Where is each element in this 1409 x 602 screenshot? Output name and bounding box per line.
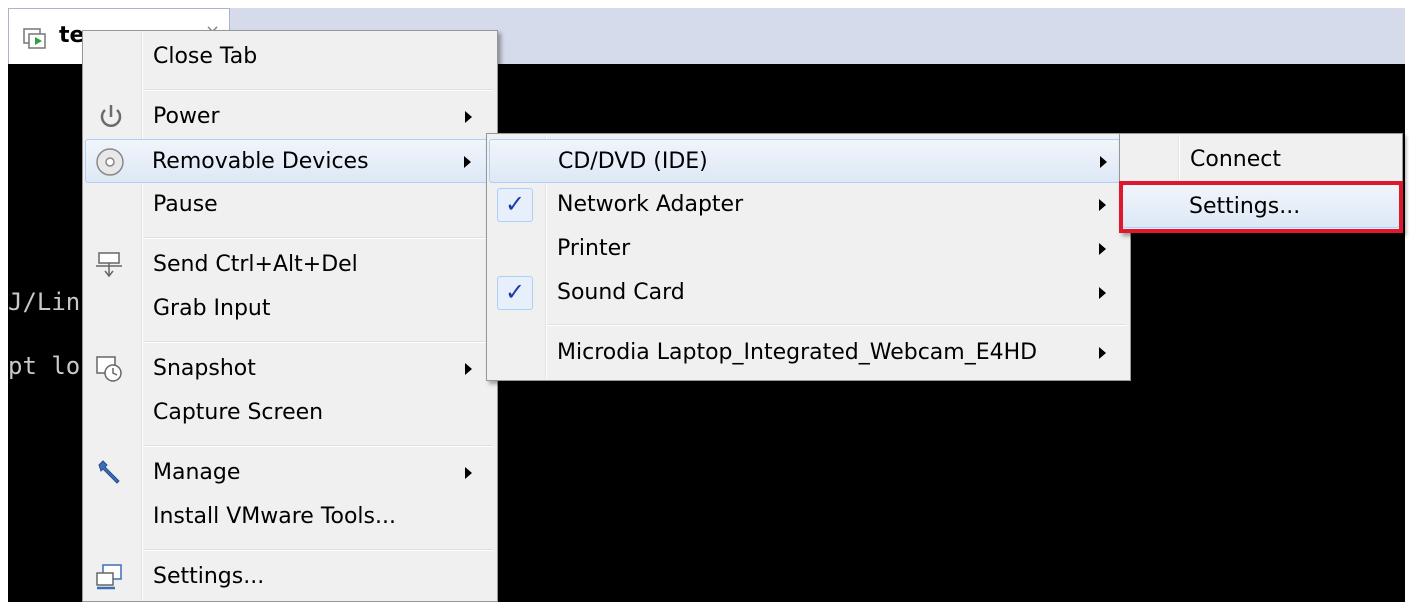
wrench-icon [93, 457, 125, 489]
menu-item-label: Grab Input [153, 296, 271, 321]
menu-item-label: Install VMware Tools... [153, 504, 396, 529]
settings-icon [93, 561, 125, 593]
menu-item-label: Settings... [153, 564, 265, 589]
checkmark-icon: ✓ [497, 188, 533, 222]
submenu-arrow-icon [464, 156, 471, 168]
menu-item-grab-input[interactable]: Grab Input [85, 288, 495, 330]
vm-tab-icon [21, 23, 51, 53]
vm-context-menu: Close Tab Power Removable Devices Pause [82, 30, 498, 602]
submenu-arrow-icon [465, 467, 472, 479]
menu-item-label: Network Adapter [557, 192, 744, 217]
menu-item-removable-devices[interactable]: Removable Devices [85, 139, 495, 183]
menu-item-label: Close Tab [153, 44, 258, 69]
menu-item-snapshot[interactable]: Snapshot [85, 348, 495, 390]
menu-item-label: Sound Card [557, 280, 685, 305]
submenu-arrow-icon [1099, 347, 1106, 359]
keyboard-icon [93, 249, 125, 281]
menu-item-pause[interactable]: Pause [85, 184, 495, 226]
menu-item-connect[interactable]: Connect [1122, 139, 1400, 181]
menu-item-label: Pause [153, 192, 218, 217]
menu-item-webcam[interactable]: Microdia Laptop_Integrated_Webcam_E4HD [489, 332, 1128, 374]
disc-icon [94, 146, 126, 178]
submenu-arrow-icon [465, 363, 472, 375]
submenu-arrow-icon [1100, 156, 1107, 168]
menu-item-label: Manage [153, 460, 241, 485]
menu-item-settings[interactable]: Settings... [85, 556, 495, 598]
menu-item-label: Send Ctrl+Alt+Del [153, 252, 358, 277]
menu-item-label: CD/DVD (IDE) [558, 149, 708, 174]
tab-label: te [59, 23, 85, 48]
submenu-arrow-icon [1099, 199, 1106, 211]
menu-item-label: Connect [1190, 147, 1281, 172]
menu-item-label: Microdia Laptop_Integrated_Webcam_E4HD [557, 340, 1038, 365]
menu-item-label: Removable Devices [152, 149, 369, 174]
snapshot-icon [93, 353, 125, 385]
checkmark-icon: ✓ [497, 276, 533, 310]
menu-item-install-vmware-tools[interactable]: Install VMware Tools... [85, 496, 495, 538]
menu-item-label: Printer [557, 236, 631, 261]
menu-item-cd-dvd[interactable]: CD/DVD (IDE) [489, 139, 1128, 183]
console-text-line: pt lo [8, 352, 81, 380]
menu-item-label: Snapshot [153, 356, 256, 381]
menu-item-capture-screen[interactable]: Capture Screen [85, 392, 495, 434]
submenu-arrow-icon [1099, 243, 1106, 255]
power-icon [95, 101, 127, 133]
menu-item-close-tab[interactable]: Close Tab [85, 36, 495, 78]
menu-item-network-adapter[interactable]: ✓ Network Adapter [489, 184, 1128, 226]
console-text-line: J/Lin [8, 288, 81, 316]
menu-item-label: Capture Screen [153, 400, 324, 425]
menu-item-send-ctrl-alt-del[interactable]: Send Ctrl+Alt+Del [85, 244, 495, 286]
menu-item-label: Power [153, 104, 220, 129]
menu-item-sound-card[interactable]: ✓ Sound Card [489, 272, 1128, 314]
menu-item-power[interactable]: Power [85, 96, 495, 138]
removable-devices-submenu: CD/DVD (IDE) ✓ Network Adapter Printer ✓… [486, 133, 1131, 381]
submenu-arrow-icon [1099, 287, 1106, 299]
menu-item-printer[interactable]: Printer [489, 228, 1128, 270]
menu-item-manage[interactable]: Manage [85, 452, 495, 494]
highlight-annotation-box [1119, 181, 1403, 233]
submenu-arrow-icon [465, 111, 472, 123]
